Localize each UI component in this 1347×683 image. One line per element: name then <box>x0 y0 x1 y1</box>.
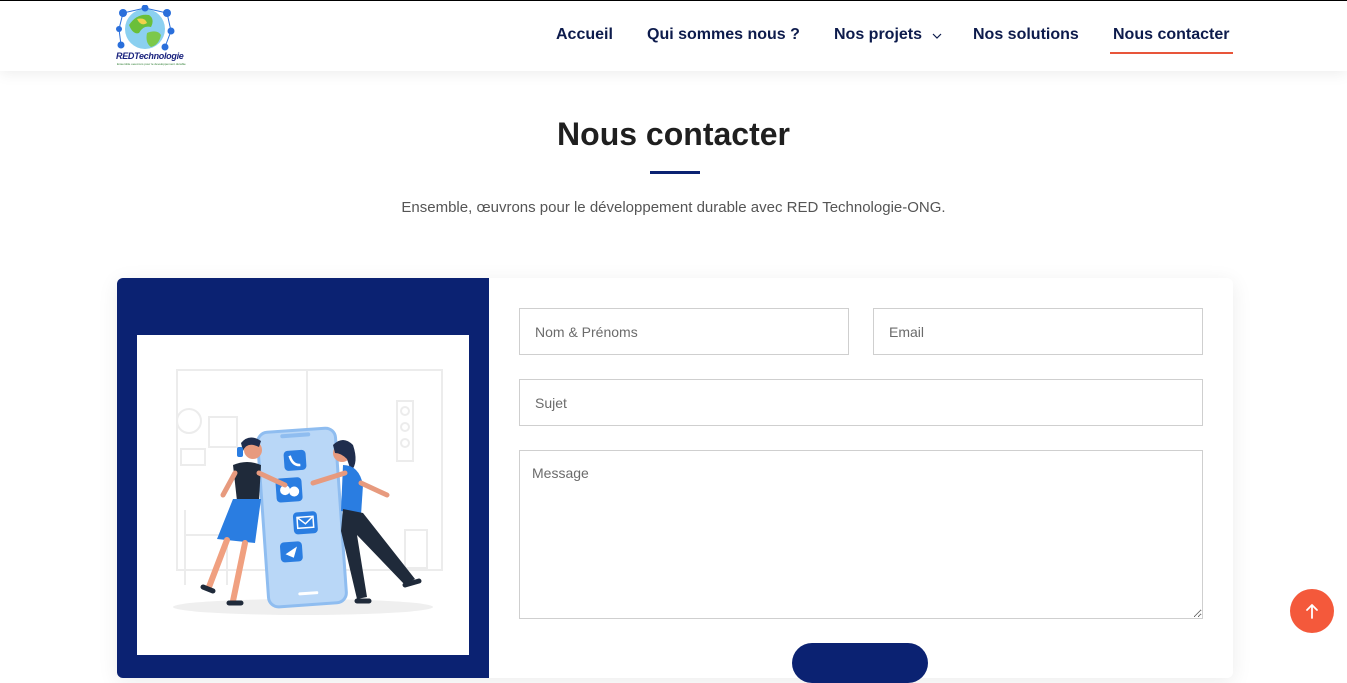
nav-item-qui-sommes-nous[interactable]: Qui sommes nous ? <box>647 26 800 44</box>
nav-item-nous-contacter[interactable]: Nous contacter <box>1113 26 1229 44</box>
nav-label: Nous contacter <box>1113 26 1230 43</box>
nav-item-nos-solutions[interactable]: Nos solutions <box>973 26 1079 44</box>
nav-item-nos-projets[interactable]: Nos projets <box>834 26 942 44</box>
contact-illustration-panel <box>117 278 489 678</box>
title-divider <box>650 171 700 174</box>
message-textarea[interactable] <box>519 450 1203 619</box>
site-header: REDTechnologie Ensemble oeuvrons pour le… <box>0 1 1347 71</box>
subject-input[interactable] <box>519 379 1203 426</box>
nav-label: Accueil <box>556 26 613 43</box>
name-input[interactable] <box>519 308 849 355</box>
nav-label: Nos solutions <box>973 26 1079 43</box>
contact-illustration <box>137 335 469 655</box>
main-nav: Accueil Qui sommes nous ? Nos projets No… <box>0 1 1347 71</box>
page-subtitle: Ensemble, œuvrons pour le développement … <box>401 199 946 216</box>
email-input[interactable] <box>873 308 1203 355</box>
scroll-to-top-button[interactable] <box>1290 589 1334 633</box>
page-title: Nous contacter <box>557 116 790 152</box>
nav-label: Nos projets <box>834 26 923 43</box>
active-nav-underline <box>1110 52 1233 54</box>
nav-label: Qui sommes nous ? <box>647 26 800 43</box>
nav-item-accueil[interactable]: Accueil <box>556 26 613 44</box>
contact-card <box>117 278 1233 678</box>
arrow-up-icon <box>1306 604 1318 619</box>
chevron-down-icon <box>933 33 942 39</box>
submit-button[interactable] <box>792 643 928 683</box>
people-phone-illustration <box>173 369 443 615</box>
